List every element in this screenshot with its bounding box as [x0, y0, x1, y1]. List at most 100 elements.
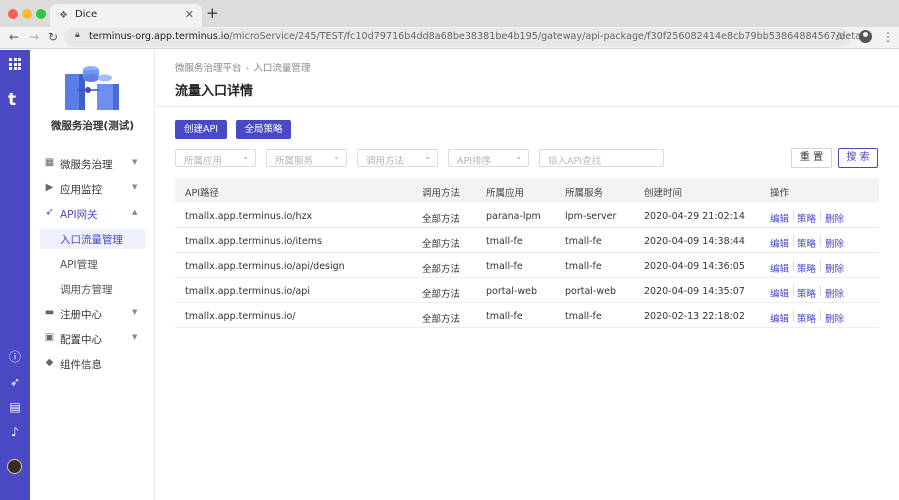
rocket-icon[interactable]: ➶ — [8, 375, 22, 389]
table-row: tmallx.app.terminus.io/api/design 全部方法 t… — [175, 253, 879, 278]
app-cell: portal-web — [486, 286, 538, 297]
edit-link[interactable]: 编辑 — [770, 311, 789, 325]
more-menu-icon[interactable]: ⋮ — [882, 30, 894, 44]
menu-component-info[interactable]: ◆ 组件信息 — [30, 354, 155, 374]
reset-button[interactable]: 重 置 — [791, 148, 832, 168]
address-bar[interactable]: 🔒︎ terminus-org.app.terminus.io/microSer… — [64, 28, 866, 47]
table-row: tmallx.app.terminus.io/items 全部方法 tmall-… — [175, 228, 879, 253]
new-tab-icon[interactable]: + — [206, 4, 219, 22]
microservice-logo — [65, 66, 119, 110]
menu-app-monitor[interactable]: ▶ 应用监控 ▼ — [30, 179, 155, 199]
delete-link[interactable]: 删除 — [825, 236, 844, 250]
method-cell: 全部方法 — [422, 314, 461, 325]
action-divider — [793, 210, 794, 221]
table-header: API路径 调用方法 所属应用 所属服务 创建时间 操作 — [175, 178, 879, 203]
service-cell: lpm-server — [565, 211, 617, 222]
menu-api-gateway[interactable]: ➶ API网关 ▲ — [30, 204, 155, 224]
service-filter-select[interactable]: 所属服务 ⌄ — [266, 149, 347, 167]
submenu-api-management[interactable]: API管理 — [40, 254, 145, 274]
app-filter-select[interactable]: 所属应用 ⌄ — [175, 149, 256, 167]
bell-icon[interactable]: ♪ — [8, 425, 22, 439]
page-title: 流量入口详情 — [175, 84, 254, 99]
search-button[interactable]: 搜 索 — [838, 148, 878, 168]
column-header: 调用方法 — [422, 188, 461, 199]
edit-link[interactable]: 编辑 — [770, 236, 789, 250]
chevron-down-icon: ▼ — [132, 333, 138, 341]
created-time-cell: 2020-04-09 14:36:05 — [644, 261, 745, 272]
help-icon[interactable]: ⓘ — [8, 350, 22, 364]
policy-link[interactable]: 策略 — [797, 236, 816, 250]
menu-label: 组件信息 — [60, 359, 102, 371]
browser-tab[interactable]: ❖ Dice ✕ — [50, 4, 202, 27]
global-policy-button[interactable]: 全局策略 — [236, 120, 291, 139]
method-cell: 全部方法 — [422, 289, 461, 300]
brand-t-icon[interactable]: t — [8, 90, 16, 110]
filter-placeholder: 调用方法 — [366, 156, 405, 167]
user-avatar[interactable] — [7, 459, 22, 474]
action-divider — [820, 285, 821, 296]
delete-link[interactable]: 删除 — [825, 286, 844, 300]
chevron-down-icon: ⌄ — [515, 152, 522, 161]
back-icon[interactable]: ← — [9, 30, 19, 44]
app-cell: tmall-fe — [486, 236, 523, 247]
action-divider — [793, 260, 794, 271]
api-path-cell: tmallx.app.terminus.io/api/design — [185, 261, 345, 272]
method-cell: 全部方法 — [422, 264, 461, 275]
delete-link[interactable]: 删除 — [825, 311, 844, 325]
delete-link[interactable]: 删除 — [825, 211, 844, 225]
create-api-button[interactable]: 创建API — [175, 120, 227, 139]
edit-link[interactable]: 编辑 — [770, 286, 789, 300]
forward-icon[interactable]: → — [29, 30, 39, 44]
tab-close-icon[interactable]: ✕ — [185, 8, 194, 21]
reload-icon[interactable]: ↻ — [48, 30, 58, 44]
column-header: 所属应用 — [486, 188, 525, 199]
menu-label: 微服务治理 — [60, 159, 113, 171]
submenu-entry-traffic[interactable]: 入口流量管理 — [40, 229, 145, 249]
document-icon[interactable]: ▤ — [8, 400, 22, 414]
menu-registry[interactable]: ▬ 注册中心 ▼ — [30, 304, 155, 324]
apps-grid-icon[interactable] — [9, 58, 21, 70]
bookmark-star-icon[interactable]: ☆ — [835, 30, 845, 43]
policy-link[interactable]: 策略 — [797, 211, 816, 225]
api-path-cell: tmallx.app.terminus.io/ — [185, 311, 296, 322]
chevron-down-icon: ⌄ — [333, 152, 340, 161]
service-cell: portal-web — [565, 286, 617, 297]
policy-link[interactable]: 策略 — [797, 261, 816, 275]
main-content: 微服务治理平台 › 入口流量管理 流量入口详情 创建API 全局策略 所属应用 ⌄ 所… — [156, 50, 899, 500]
close-window-button[interactable] — [8, 9, 18, 19]
menu-label: 配置中心 — [60, 334, 102, 346]
search-placeholder: 输入API查找 — [548, 156, 602, 167]
api-search-input[interactable]: 输入API查找 — [539, 149, 664, 167]
created-time-cell: 2020-02-13 22:18:02 — [644, 311, 745, 322]
api-path-cell: tmallx.app.terminus.io/items — [185, 236, 322, 247]
action-divider — [793, 310, 794, 321]
menu-config-center[interactable]: ▣ 配置中心 ▼ — [30, 329, 155, 349]
edit-link[interactable]: 编辑 — [770, 261, 789, 275]
policy-link[interactable]: 策略 — [797, 311, 816, 325]
breadcrumb-item[interactable]: 微服务治理平台 — [175, 63, 242, 74]
delete-link[interactable]: 删除 — [825, 261, 844, 275]
lock-icon: 🔒︎ — [75, 30, 80, 40]
policy-link[interactable]: 策略 — [797, 286, 816, 300]
account-icon[interactable] — [859, 30, 872, 43]
method-cell: 全部方法 — [422, 214, 461, 225]
video-icon: ▶ — [45, 182, 54, 193]
dice-favicon-icon: ❖ — [59, 10, 68, 21]
action-divider — [820, 210, 821, 221]
chevron-up-icon: ▲ — [132, 208, 138, 216]
maximize-window-button[interactable] — [36, 9, 46, 19]
action-divider — [820, 310, 821, 321]
column-header: 创建时间 — [644, 188, 683, 199]
app-cell: tmall-fe — [486, 261, 523, 272]
menu-microservice-governance[interactable]: ▦ 微服务治理 ▼ — [30, 154, 155, 174]
submenu-caller-management[interactable]: 调用方管理 — [40, 279, 145, 299]
menu-label: 注册中心 — [60, 309, 102, 321]
api-sort-select[interactable]: API排序 ⌄ — [448, 149, 529, 167]
table-row: tmallx.app.terminus.io/hzx 全部方法 parana-l… — [175, 203, 879, 228]
minimize-window-button[interactable] — [22, 9, 32, 19]
breadcrumb-item[interactable]: 入口流量管理 — [253, 63, 310, 74]
action-divider — [793, 285, 794, 296]
edit-link[interactable]: 编辑 — [770, 211, 789, 225]
method-filter-select[interactable]: 调用方法 ⌄ — [357, 149, 438, 167]
register-icon: ▬ — [44, 307, 55, 318]
